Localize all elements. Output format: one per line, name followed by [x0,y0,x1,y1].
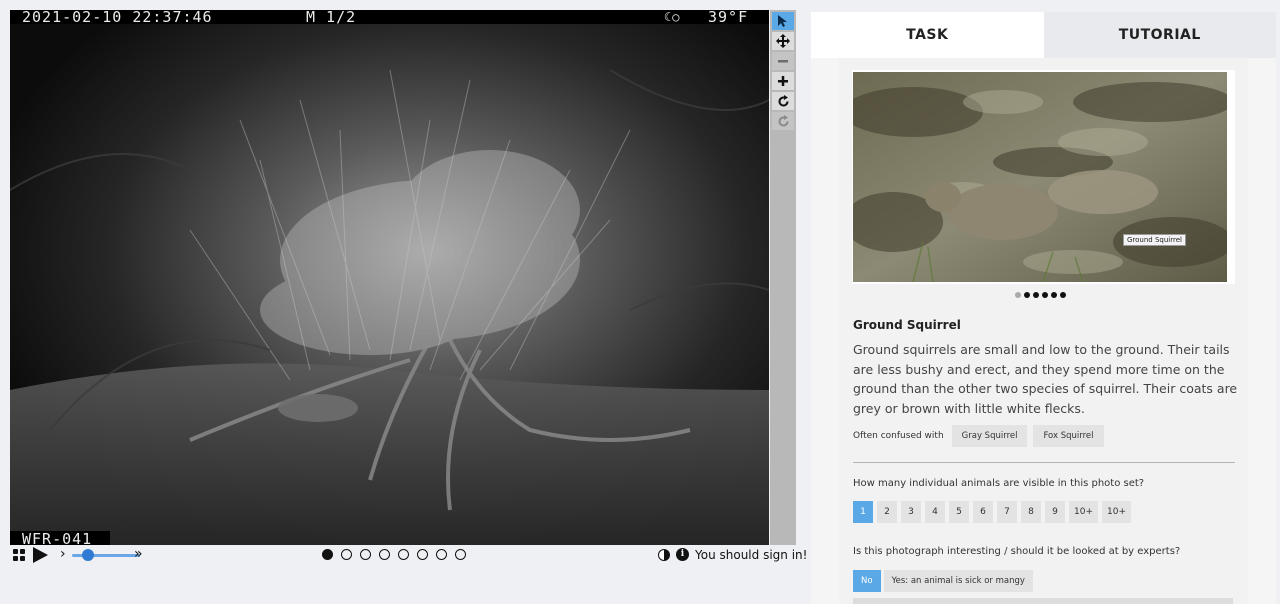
camera-photo-viewer[interactable]: 2021-02-10 22:37:46 M 1/2 ☾○ 39°F WFR-04… [10,10,769,545]
play-icon[interactable] [33,547,48,563]
count-option-11[interactable]: 10+ [1102,501,1131,523]
pointer-icon [778,15,787,27]
carousel-dot-2[interactable] [1024,292,1030,298]
reset-icon [778,114,788,126]
move-icon [776,34,790,48]
contrast-icon[interactable] [658,549,670,561]
section-divider [853,462,1235,463]
image-toolbar [770,10,796,545]
carousel-dot-4[interactable] [1042,292,1048,298]
ground-squirrel-example-image [853,72,1227,282]
carousel-dot-5[interactable] [1051,292,1057,298]
carousel-dot-1[interactable] [1015,292,1021,298]
tab-task[interactable]: TASK [811,12,1044,58]
camera-mode: M 1/2 [306,10,357,26]
slower-chevron-icon[interactable]: › [60,546,66,562]
count-option-3[interactable]: 3 [901,501,921,523]
rotate-button[interactable] [772,92,794,110]
interesting-options: No Yes: an animal is sick or mangy [853,570,1033,592]
confused-with-row: Often confused with Gray Squirrel Fox Sq… [853,425,1104,447]
example-image-frame: Ground Squirrel [852,70,1235,284]
count-option-5[interactable]: 5 [949,501,969,523]
carousel-dot-6[interactable] [1060,292,1066,298]
pointer-tool-button[interactable] [772,12,794,30]
count-option-7[interactable]: 7 [997,501,1017,523]
species-name: Ground Squirrel [853,318,961,332]
example-image-label: Ground Squirrel [1123,234,1186,246]
animal-count-question: How many individual animals are visible … [853,478,1145,489]
confused-fox-squirrel-button[interactable]: Fox Squirrel [1033,425,1104,447]
count-option-6[interactable]: 6 [973,501,993,523]
count-option-9[interactable]: 9 [1045,501,1065,523]
count-option-1[interactable]: 1 [853,501,873,523]
example-photo[interactable]: Ground Squirrel [853,72,1227,282]
camera-timestamp: 2021-02-10 22:37:46 [22,10,213,26]
frame-dot-8[interactable] [455,549,466,560]
camera-site-id: WFR-041 [22,530,93,545]
frame-dot-1[interactable] [322,549,333,560]
zoom-in-button[interactable] [772,72,794,90]
camera-temperature: 39°F [708,10,749,26]
grid-view-icon[interactable] [13,549,25,561]
zoom-in-icon [778,76,788,86]
frame-dot-5[interactable] [398,549,409,560]
count-option-4[interactable]: 4 [925,501,945,523]
zoom-out-button[interactable] [772,52,794,70]
frame-selector [322,549,466,560]
move-tool-button[interactable] [772,32,794,50]
confused-gray-squirrel-button[interactable]: Gray Squirrel [951,425,1028,447]
zoom-out-icon [778,60,788,63]
animal-count-options: 1 2 3 4 5 6 7 8 9 10+ 10+ [853,501,1131,523]
rotate-icon [778,94,788,106]
species-description: Ground squirrels are small and low to th… [853,342,1238,416]
tab-tutorial[interactable]: TUTORIAL [1043,12,1276,58]
next-section-edge [853,598,1233,604]
count-option-10[interactable]: 10+ [1069,501,1098,523]
frame-dot-2[interactable] [341,549,352,560]
task-panel: TASK TUTORIAL Ground Squirrel Ground Squ… [811,12,1276,604]
faster-chevron-icon[interactable]: » [134,546,143,562]
interesting-no-button[interactable]: No [853,570,881,592]
frame-dot-4[interactable] [379,549,390,560]
frame-dot-6[interactable] [417,549,428,560]
sign-in-prompt[interactable]: You should sign in! [695,548,807,562]
interesting-question: Is this photograph interesting / should … [853,546,1181,557]
reset-button[interactable] [772,112,794,130]
species-detail-card: Ground Squirrel Ground Squirrel Ground s… [839,58,1248,604]
viewer-controls: › » i You should sign in! [10,546,807,568]
count-option-8[interactable]: 8 [1021,501,1041,523]
frame-dot-3[interactable] [360,549,371,560]
camera-trap-photo[interactable] [10,10,769,545]
moon-phase-icon: ☾○ [664,10,681,24]
info-icon[interactable]: i [676,548,689,561]
example-carousel-dots [1015,292,1066,298]
count-option-2[interactable]: 2 [877,501,897,523]
confused-with-label: Often confused with [853,431,944,441]
panel-tabs: TASK TUTORIAL [811,12,1276,58]
carousel-dot-3[interactable] [1033,292,1039,298]
interesting-yes-sick-button[interactable]: Yes: an animal is sick or mangy [883,570,1033,592]
slider-handle[interactable] [82,549,94,561]
frame-dot-7[interactable] [436,549,447,560]
